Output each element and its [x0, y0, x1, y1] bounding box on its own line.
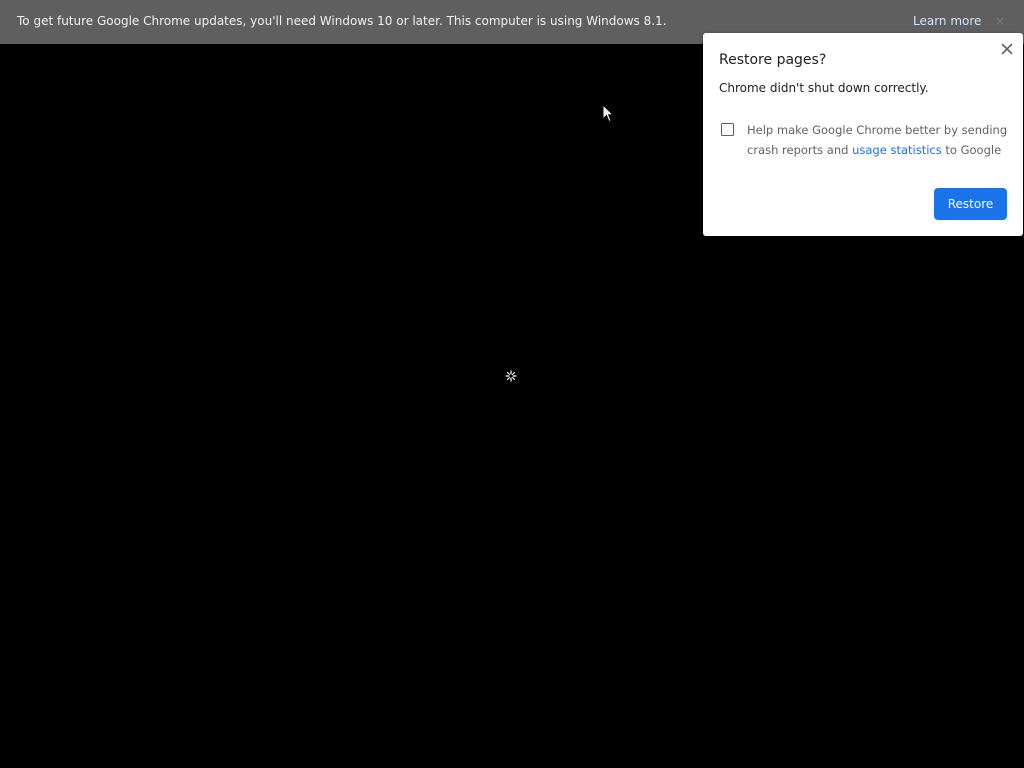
close-icon [996, 17, 1004, 25]
usage-statistics-link[interactable]: usage statistics [852, 143, 942, 157]
crash-reports-label: Help make Google Chrome better by sendin… [747, 120, 1009, 160]
chrome-window: To get future Google Chrome updates, you… [0, 0, 1024, 768]
close-icon [1001, 43, 1013, 55]
dialog-message: Chrome didn't shut down correctly. [719, 81, 929, 95]
restore-button[interactable]: Restore [934, 188, 1007, 220]
mouse-pointer-icon [602, 104, 614, 123]
dialog-close-button[interactable] [999, 41, 1015, 57]
checkbox-label-suffix: to Google [941, 143, 1002, 157]
loading-spinner-icon [505, 370, 517, 382]
restore-pages-dialog: Restore pages? Chrome didn't shut down c… [703, 33, 1023, 236]
infobar-close-icon[interactable] [994, 13, 1006, 29]
crash-reports-checkbox[interactable] [721, 123, 734, 136]
infobar-message: To get future Google Chrome updates, you… [17, 14, 667, 28]
learn-more-link[interactable]: Learn more [913, 13, 981, 29]
dialog-title: Restore pages? [719, 52, 827, 68]
